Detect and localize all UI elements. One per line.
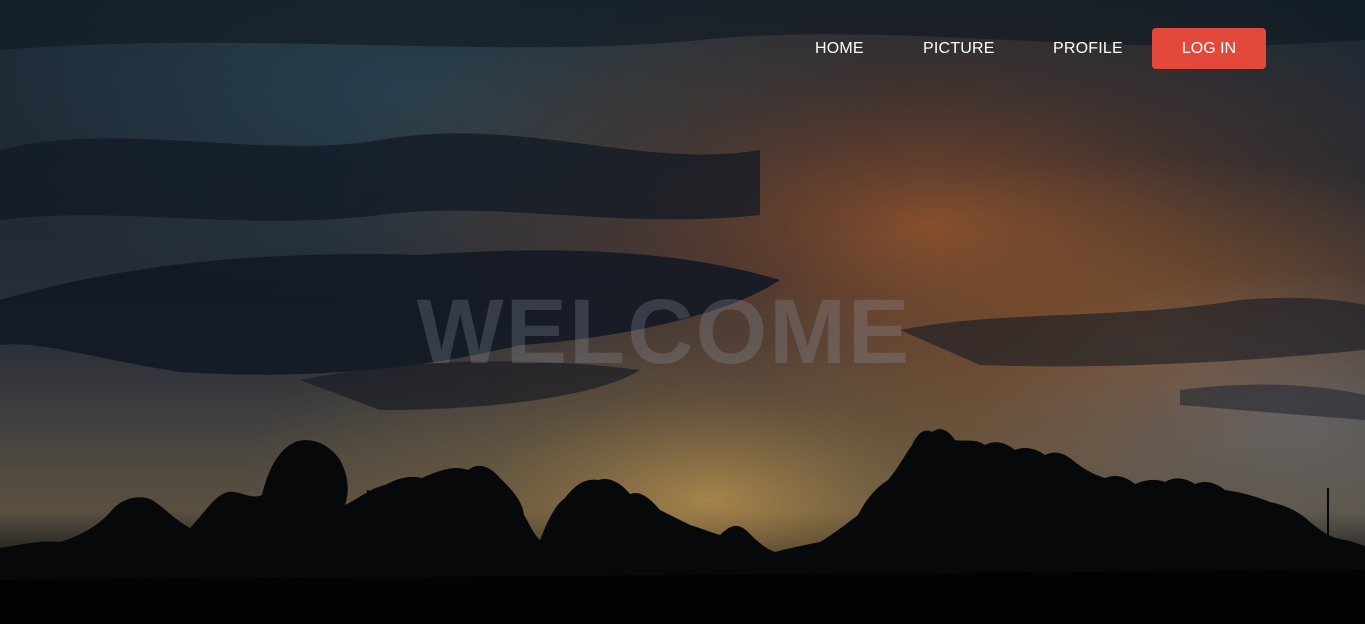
nav-picture-link[interactable]: PICTURE: [923, 28, 995, 69]
hero-section: HOME PICTURE PROFILE LOG IN WELCOME: [0, 0, 1365, 624]
nav-profile-link[interactable]: PROFILE: [1053, 28, 1123, 69]
hero-heading: WELCOME: [416, 281, 912, 383]
login-button[interactable]: LOG IN: [1152, 28, 1266, 69]
main-navigation: HOME PICTURE PROFILE LOG IN: [0, 28, 1365, 69]
nav-home-link[interactable]: HOME: [815, 28, 864, 69]
